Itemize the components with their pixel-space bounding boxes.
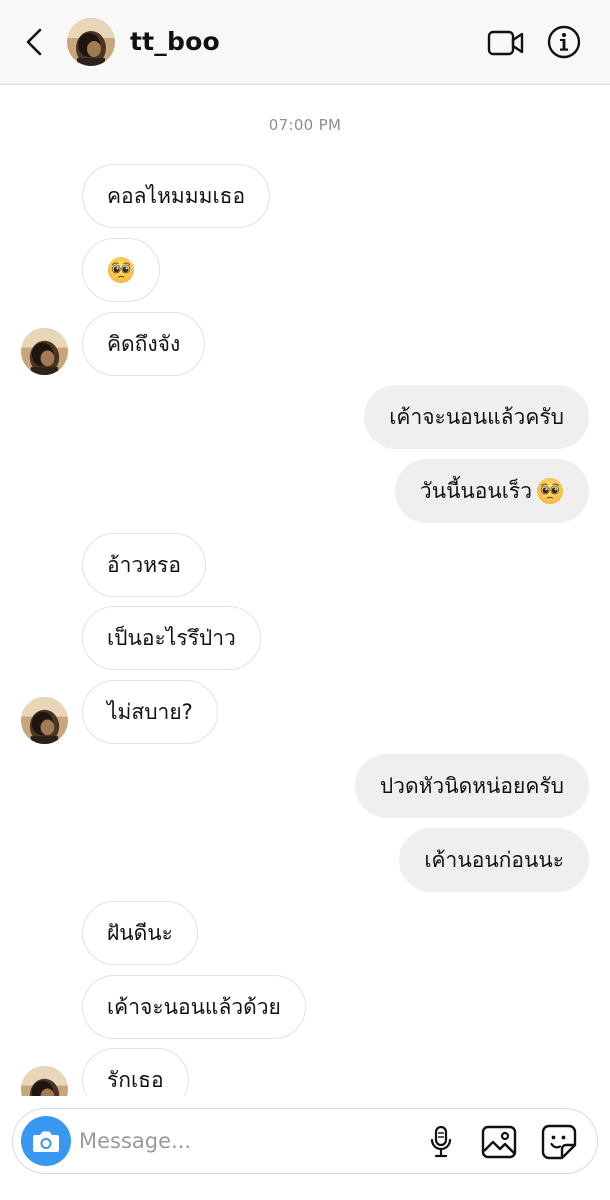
- message-text: เค้าจะนอนแล้วครับ: [389, 404, 564, 429]
- sticker-icon: [541, 1124, 577, 1160]
- info-icon: [547, 25, 581, 59]
- voice-message-button[interactable]: [423, 1123, 459, 1161]
- message-text: ไม่สบาย?: [107, 699, 193, 724]
- chevron-left-icon: [26, 28, 42, 56]
- message-text: คอลไหมมมเธอ: [107, 183, 246, 208]
- sticker-button[interactable]: [540, 1123, 578, 1161]
- contact-avatar[interactable]: [67, 18, 115, 66]
- message-text: ปวดหัวนิดหน่อยครับ: [379, 773, 564, 798]
- camera-button[interactable]: [21, 1116, 71, 1166]
- sender-avatar[interactable]: [21, 328, 68, 375]
- message-bubble-incoming[interactable]: เป็นอะไรรึป่าว: [82, 606, 261, 670]
- message-text: อ้าวหรอ: [107, 552, 181, 577]
- message-text: วันนี้นอนเร็ว: [419, 478, 532, 503]
- message-bubble-incoming[interactable]: คิดถึงจัง: [82, 312, 206, 376]
- pleading-face-icon: [536, 477, 564, 505]
- message-text: เค้านอนก่อนนะ: [424, 847, 564, 872]
- message-text: รักเธอ: [107, 1067, 164, 1092]
- video-camera-icon: [487, 30, 524, 56]
- message-bubble-outgoing[interactable]: วันนี้นอนเร็ว: [394, 459, 589, 523]
- message-text: เป็นอะไรรึป่าว: [107, 625, 236, 650]
- contact-username[interactable]: tt_boo: [130, 24, 220, 60]
- message-bubble-incoming[interactable]: [82, 238, 160, 302]
- image-gallery-icon: [481, 1125, 517, 1159]
- video-call-button[interactable]: [486, 26, 526, 60]
- message-composer: [12, 1108, 598, 1174]
- thread-timestamp: 07:00 PM: [268, 116, 342, 134]
- sender-avatar[interactable]: [21, 697, 68, 744]
- message-bubble-incoming[interactable]: ฝันดีนะ: [82, 901, 198, 965]
- message-text: คิดถึงจัง: [107, 331, 181, 356]
- camera-icon: [33, 1131, 59, 1152]
- message-bubble-outgoing[interactable]: ปวดหัวนิดหน่อยครับ: [354, 754, 589, 818]
- chat-header: tt_boo: [0, 0, 610, 85]
- sender-avatar[interactable]: [21, 1066, 68, 1096]
- message-bubble-incoming[interactable]: เค้าจะนอนแล้วด้วย: [82, 975, 306, 1039]
- info-button[interactable]: [546, 24, 582, 60]
- message-bubble-incoming[interactable]: ไม่สบาย?: [82, 680, 218, 744]
- message-bubble-outgoing[interactable]: เค้านอนก่อนนะ: [399, 828, 589, 892]
- message-text: เค้าจะนอนแล้วด้วย: [107, 994, 281, 1019]
- gallery-button[interactable]: [480, 1123, 518, 1161]
- message-thread[interactable]: 07:00 PM คอลไหมมมเธอ คิดถึงจัง เค้าจะนอน…: [0, 86, 610, 1096]
- message-bubble-incoming[interactable]: อ้าวหรอ: [82, 533, 206, 597]
- microphone-icon: [430, 1125, 452, 1158]
- back-button[interactable]: [16, 24, 52, 60]
- message-bubble-incoming[interactable]: รักเธอ: [82, 1048, 189, 1096]
- message-input[interactable]: [79, 1121, 399, 1161]
- message-bubble-incoming[interactable]: คอลไหมมมเธอ: [82, 164, 271, 228]
- message-text: ฝันดีนะ: [107, 920, 173, 945]
- pleading-face-icon: [107, 256, 135, 284]
- message-bubble-outgoing[interactable]: เค้าจะนอนแล้วครับ: [364, 385, 589, 449]
